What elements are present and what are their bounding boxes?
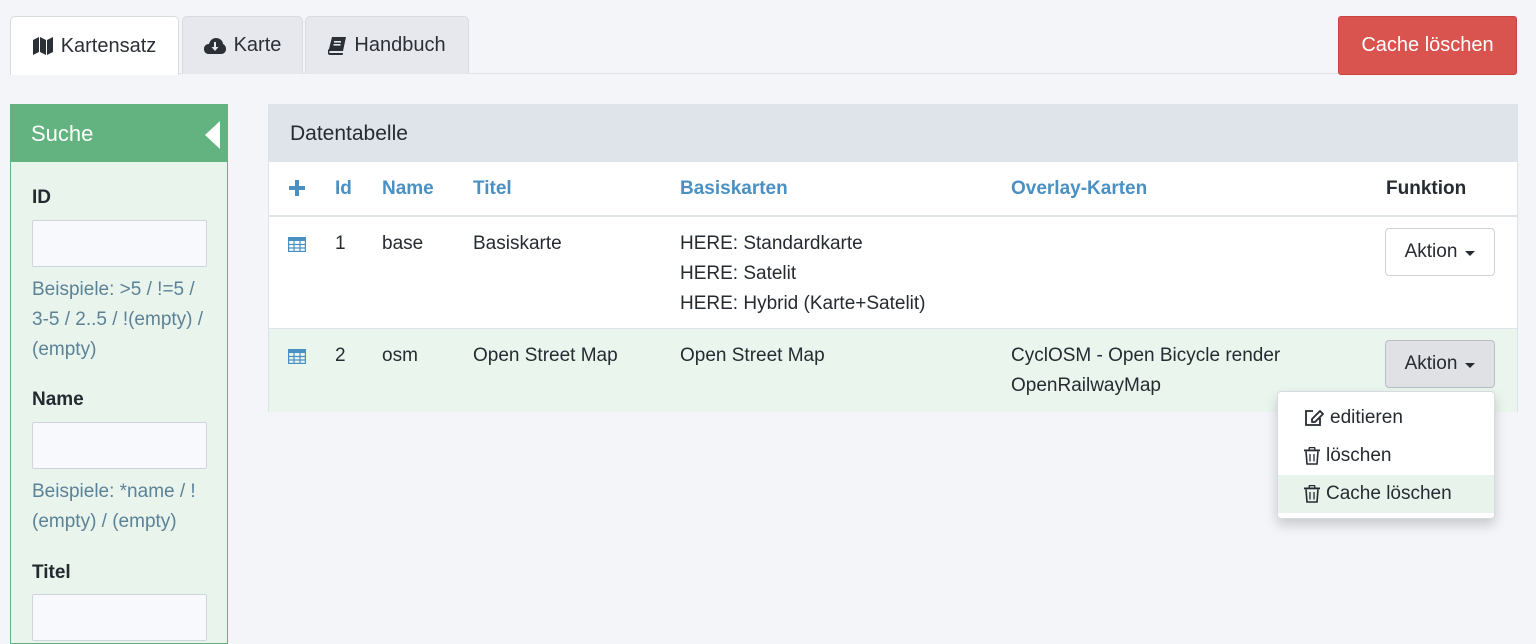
cache-clear-button[interactable]: Cache löschen: [1338, 16, 1517, 75]
menu-item-label: editieren: [1330, 407, 1403, 428]
name-input[interactable]: [32, 422, 207, 469]
search-sidebar: Suche ID Beispiele: >5 / !=5 / 3-5 / 2..…: [10, 104, 228, 644]
id-input[interactable]: [32, 220, 207, 267]
menu-item-edit[interactable]: editieren: [1278, 399, 1494, 437]
basiskarte-item: HERE: Standardkarte: [680, 233, 863, 254]
trash-icon: [1304, 485, 1320, 503]
cell-id: 2: [335, 345, 346, 366]
col-titel[interactable]: Titel: [473, 178, 512, 200]
col-name[interactable]: Name: [382, 178, 434, 200]
table-icon[interactable]: [288, 237, 306, 252]
tab-karte[interactable]: Karte: [182, 16, 303, 74]
overlay-item: CyclOSM - Open Bicycle render: [1011, 345, 1281, 366]
overlay-item: OpenRailwayMap: [1011, 375, 1161, 396]
book-icon: [328, 36, 347, 55]
col-id[interactable]: Id: [335, 178, 352, 200]
id-label: ID: [32, 187, 51, 208]
add-icon[interactable]: [289, 180, 305, 196]
tab-handbuch[interactable]: Handbuch: [305, 16, 469, 74]
menu-item-cache-clear[interactable]: Cache löschen: [1278, 475, 1494, 513]
basiskarte-item: HERE: Hybrid (Karte+Satelit): [680, 293, 926, 314]
id-hint: Beispiele: >5 / !=5 / 3-5 / 2..5 / !(emp…: [32, 279, 204, 360]
search-header: Suche: [11, 105, 227, 162]
titel-label: Titel: [32, 562, 71, 583]
table-row: 1 base Basiskarte HERE: Standardkarte HE…: [269, 217, 1517, 329]
edit-icon: [1305, 410, 1324, 426]
menu-item-label: Cache löschen: [1326, 483, 1452, 504]
menu-item-label: löschen: [1326, 445, 1392, 466]
action-dropdown-menu: editieren löschen Cache löschen: [1277, 391, 1495, 519]
action-button[interactable]: Aktion: [1385, 340, 1495, 388]
table-title: Datentabelle: [290, 121, 408, 145]
panel-title: Datentabelle: [269, 105, 1517, 162]
basiskarte-item: Open Street Map: [680, 345, 825, 366]
action-button[interactable]: Aktion: [1385, 228, 1495, 276]
search-title: Suche: [31, 120, 94, 146]
name-label: Name: [32, 389, 84, 410]
cell-id: 1: [335, 233, 346, 254]
col-overlay-karten[interactable]: Overlay-Karten: [1011, 178, 1147, 200]
cell-overlay: CyclOSM - Open Bicycle render OpenRailwa…: [1011, 341, 1280, 401]
cell-titel: Open Street Map: [473, 345, 618, 366]
top-bar: Kartensatz Karte Handbuch Cache löschen: [0, 0, 1536, 75]
cell-basiskarten: Open Street Map: [680, 341, 825, 371]
basiskarte-item: HERE: Satelit: [680, 263, 797, 284]
cell-basiskarten: HERE: Standardkarte HERE: Satelit HERE: …: [680, 229, 926, 319]
cell-name: osm: [382, 345, 418, 366]
map-icon: [32, 37, 53, 55]
cell-titel: Basiskarte: [473, 233, 562, 254]
cell-name: base: [382, 233, 424, 254]
caret-down-icon: [1465, 362, 1476, 368]
caret-down-icon: [1465, 250, 1476, 256]
col-basiskarten[interactable]: Basiskarten: [680, 178, 788, 200]
table-icon[interactable]: [288, 349, 306, 364]
titel-input[interactable]: [32, 594, 207, 641]
data-table-panel: Datentabelle Id Name Titel Basiskarten O…: [268, 104, 1518, 412]
tab-label: Karte: [233, 34, 282, 56]
tab-kartensatz[interactable]: Kartensatz: [10, 16, 179, 75]
tab-label: Kartensatz: [60, 34, 157, 57]
collapse-left-icon[interactable]: [205, 121, 221, 149]
name-hint: Beispiele: *name / !(empty) / (empty): [32, 481, 196, 532]
menu-item-delete[interactable]: löschen: [1278, 437, 1494, 475]
col-funktion: Funktion: [1386, 178, 1467, 199]
trash-icon: [1304, 447, 1320, 465]
action-label: Aktion: [1404, 353, 1458, 374]
cloud-download-icon: [203, 37, 226, 54]
action-label: Aktion: [1404, 241, 1458, 262]
tab-label: Handbuch: [354, 34, 446, 56]
